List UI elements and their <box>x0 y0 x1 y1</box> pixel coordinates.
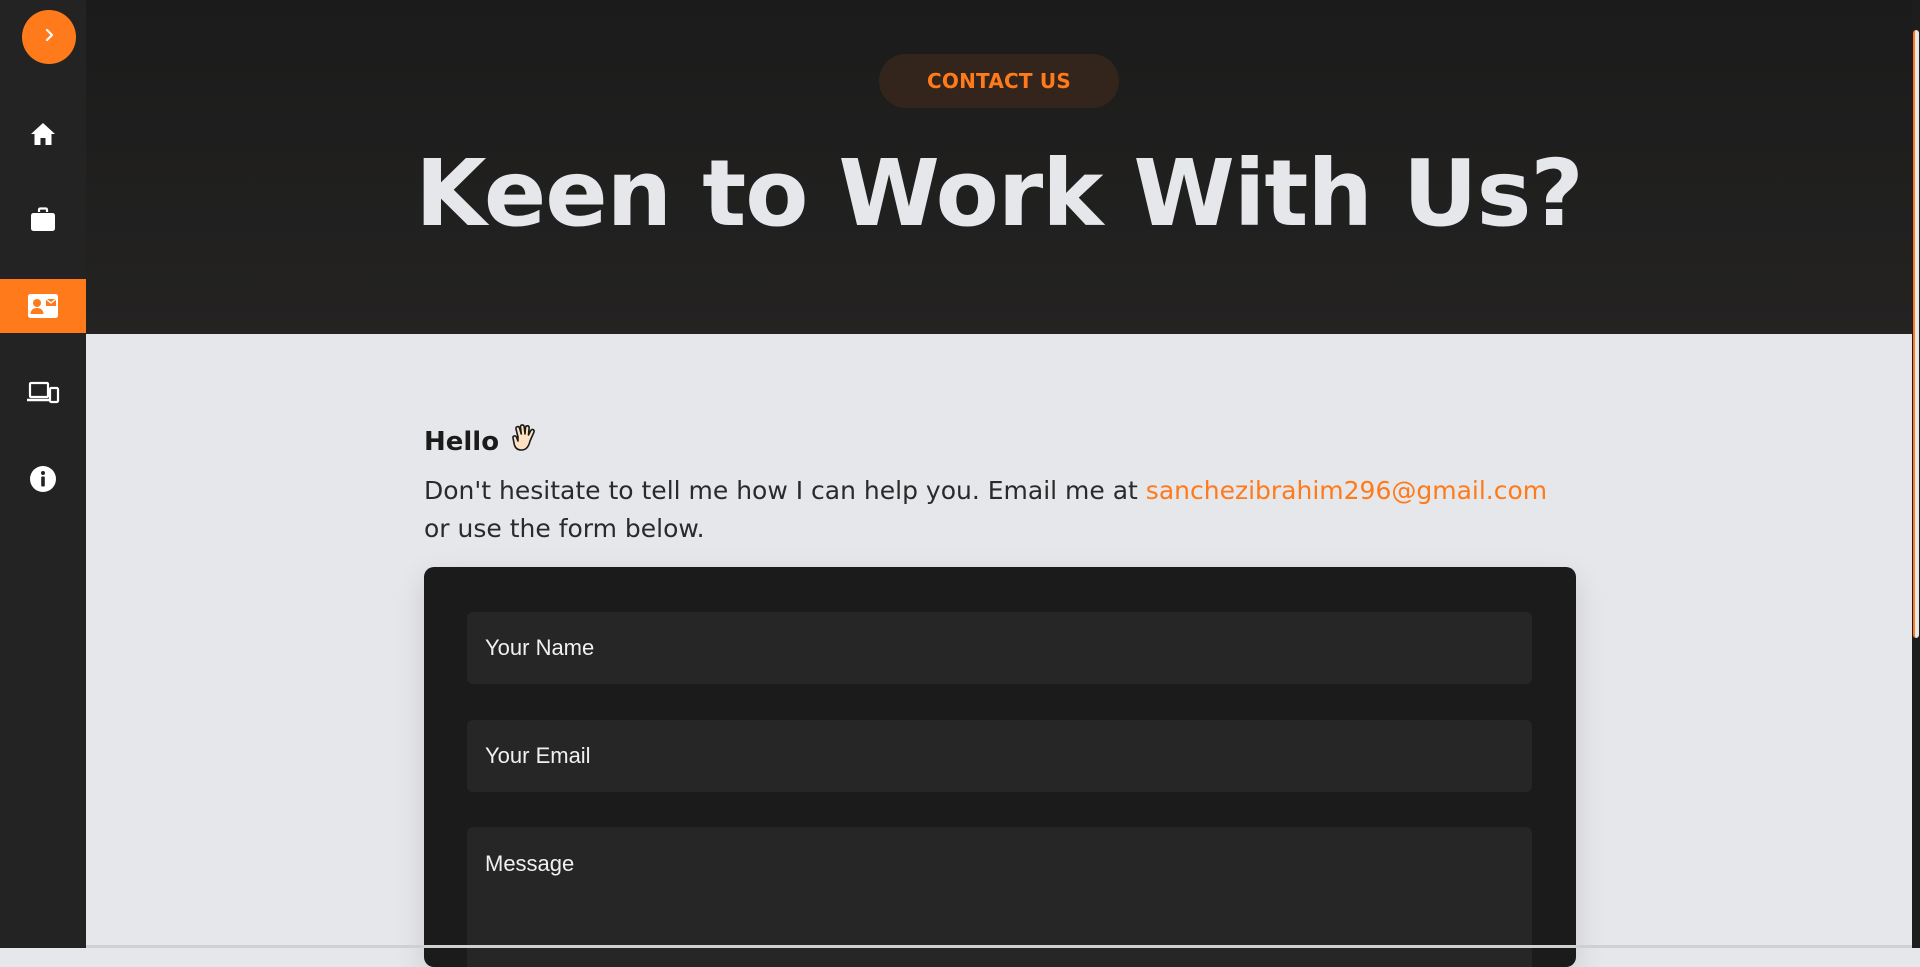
name-field[interactable] <box>467 612 1532 684</box>
intro-text-before: Don't hesitate to tell me how I can help… <box>424 476 1146 505</box>
contact-form <box>424 567 1576 967</box>
hero-section: CONTACT US Keen to Work With Us? <box>86 0 1912 334</box>
page-scrollbar[interactable] <box>1912 0 1920 948</box>
sidebar-toggle-button[interactable] <box>22 10 76 64</box>
greeting-text: Hello <box>424 427 500 457</box>
waving-hand-icon <box>509 423 541 462</box>
sidebar-item-work[interactable] <box>0 193 86 247</box>
contact-us-badge: CONTACT US <box>879 54 1119 108</box>
email-field[interactable] <box>467 720 1532 792</box>
page-title: Keen to Work With Us? <box>415 140 1584 247</box>
sidebar-item-about[interactable] <box>0 452 86 506</box>
sidebar-item-projects[interactable] <box>0 366 86 420</box>
intro-text-after: or use the form below. <box>424 514 705 543</box>
sidebar <box>0 0 86 948</box>
contact-card-icon <box>27 293 59 319</box>
chevron-right-icon <box>40 26 58 48</box>
greeting: Hello <box>424 422 1576 462</box>
intro-text: Don't hesitate to tell me how I can help… <box>424 472 1576 548</box>
info-icon <box>29 465 57 493</box>
home-icon <box>29 121 57 147</box>
email-link[interactable]: sanchezibrahim296@gmail.com <box>1146 476 1547 505</box>
devices-icon <box>26 380 60 406</box>
sidebar-item-home[interactable] <box>0 107 86 161</box>
contact-intro: Hello Don't hesitate to tell me how I ca… <box>424 422 1576 548</box>
sidebar-item-contact[interactable] <box>0 279 86 333</box>
briefcase-icon <box>29 207 57 233</box>
scrollbar-thumb[interactable] <box>1913 30 1919 638</box>
